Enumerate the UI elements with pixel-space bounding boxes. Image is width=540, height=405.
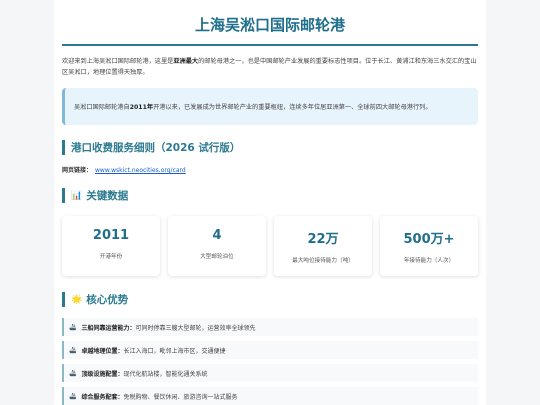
stat-label: 开港年份 — [99, 254, 123, 260]
stat-value: 2011 — [92, 228, 130, 243]
stat-label: 最大吨位接待能力（吨） — [292, 258, 354, 264]
callout-text-2: 开港以来，已发展成为世界邮轮产业的重要枢纽，连续多年位居亚洲第一、全球前四大邮轮… — [153, 104, 432, 111]
list-item: 🚢 三船同靠运营能力： 可同时停靠三艘大型邮轮，运营效率全球领先 — [62, 318, 478, 336]
link-label: 网页链接： — [62, 167, 93, 174]
stat-card-capacity: 500万+ 年接待能力（人次） — [380, 216, 478, 276]
intro-text-1: 欢迎来到上海吴淞口国际邮轮港，这里是 — [62, 58, 174, 65]
advantage-title: 卓越地理位置： — [81, 347, 124, 355]
stat-value: 22万 — [307, 232, 339, 247]
advantage-text: 现代化航站楼，智能化通关系统 — [123, 370, 208, 378]
stat-value: 4 — [212, 228, 222, 243]
ship-icon: 🚢 — [69, 346, 77, 354]
intro-paragraph: 欢迎来到上海吴淞口国际邮轮港，这里是亚洲最大的邮轮母港之一，也是中国邮轮产业发展… — [62, 56, 478, 78]
ship-icon: 🚢 — [69, 323, 77, 331]
web-link[interactable]: www.wskict.neocities.org/card — [95, 167, 186, 174]
page-title: 上海吴淞口国际邮轮港 — [62, 14, 478, 46]
link-row: 网页链接： www.wskict.neocities.org/card — [62, 165, 478, 174]
data-section-title: 关键数据 — [86, 190, 129, 202]
stat-card-opening-year: 2011 开港年份 — [62, 216, 160, 276]
advantage-title: 顶级设施配置： — [81, 370, 124, 378]
stat-card-tonnage: 22万 最大吨位接待能力（吨） — [274, 216, 372, 276]
callout-bold: 2011年 — [129, 104, 154, 111]
advantage-text: 长江入海口，毗邻上海市区，交通便捷 — [123, 347, 226, 355]
list-item: 🚢 顶级设施配置： 现代化航站楼，智能化通关系统 — [62, 364, 478, 382]
list-item: 🚢 卓越地理位置： 长江入海口，毗邻上海市区，交通便捷 — [62, 341, 478, 359]
callout-text-1: 吴淞口国际邮轮港自 — [74, 104, 130, 111]
advantage-text: 免税购物、餐饮休闲、旅游咨询一站式服务 — [123, 393, 238, 401]
ship-icon: 🚢 — [69, 369, 77, 377]
stat-label: 大型邮轮泊位 — [200, 254, 234, 260]
star-icon: 🌟 — [71, 294, 83, 305]
intro-bold: 亚洲最大 — [173, 58, 199, 65]
advantage-text: 可同时停靠三艘大型邮轮，运营效率全球领先 — [135, 324, 256, 332]
stat-label: 年接待能力（人次） — [403, 258, 455, 264]
advantage-title: 三船同靠运营能力： — [81, 324, 136, 332]
advantage-title: 综合服务配套： — [81, 393, 124, 401]
fee-section-heading: 港口收费服务细则（2026 试行版） — [62, 140, 478, 155]
page: 上海吴淞口国际邮轮港 欢迎来到上海吴淞口国际邮轮港，这里是亚洲最大的邮轮母港之一… — [54, 0, 486, 405]
chart-icon: 📊 — [71, 190, 83, 201]
history-callout: 吴淞口国际邮轮港自2011年开港以来，已发展成为世界邮轮产业的重要枢纽，连续多年… — [62, 88, 478, 125]
fee-section-title: 港口收费服务细则（2026 试行版） — [71, 142, 241, 154]
stat-value: 500万+ — [403, 232, 455, 247]
advantages-section-heading: 🌟 核心优势 — [62, 292, 478, 307]
list-item: 🚢 综合服务配套： 免税购物、餐饮休闲、旅游咨询一站式服务 — [62, 387, 478, 405]
stat-card-berths: 4 大型邮轮泊位 — [168, 216, 266, 276]
ship-icon: 🚢 — [69, 392, 77, 400]
advantages-list: 🚢 三船同靠运营能力： 可同时停靠三艘大型邮轮，运营效率全球领先 🚢 卓越地理位… — [62, 318, 478, 405]
advantages-section-title: 核心优势 — [86, 294, 129, 306]
stats-grid: 2011 开港年份 4 大型邮轮泊位 22万 最大吨位接待能力（吨） 500万+… — [62, 216, 478, 276]
data-section-heading: 📊 关键数据 — [62, 188, 478, 203]
